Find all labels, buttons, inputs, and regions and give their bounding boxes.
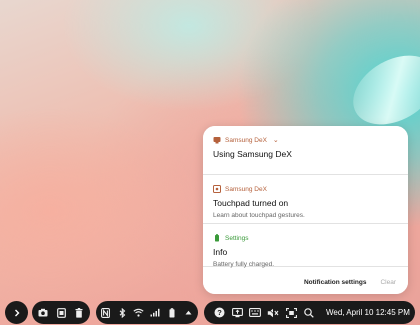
notification-title: Info [213,247,228,257]
notification-settings-button[interactable]: Notification settings [304,279,366,286]
notification-app-row: Samsung DeX [213,175,398,193]
svg-text:?: ? [217,308,222,317]
mute-icon[interactable] [266,306,280,320]
notification-app-row: Samsung DeX ⌄ [213,126,398,144]
screenshot-icon[interactable] [54,306,68,320]
chevron-right-icon [10,306,24,320]
taskbar: ? Wed, April 10 12:45 PM [0,300,420,325]
bluetooth-icon [115,306,129,320]
clear-button[interactable]: Clear [380,279,396,286]
chevron-down-icon[interactable]: ⌄ [273,136,279,144]
notification-panel: Samsung DeX ⌄ Using Samsung DeX Samsung … [203,126,408,294]
notification-app-name: Settings [225,234,249,242]
notification-title: Touchpad turned on [213,198,289,208]
wallpaper-highlight [341,41,420,139]
notification-actions: Notification settings Clear [203,267,408,294]
battery-settings-icon [213,234,221,242]
search-icon[interactable] [302,306,316,320]
quick-apps-group [32,301,90,324]
trash-icon[interactable] [72,306,86,320]
notification-body: Learn about touchpad gestures. [213,212,305,219]
touchpad-icon [213,185,221,193]
help-icon[interactable]: ? [212,306,226,320]
screen-share-icon[interactable] [230,306,244,320]
battery-icon [165,306,179,320]
system-tray-group: ? Wed, April 10 12:45 PM [204,301,415,324]
notification-title: Using Samsung DeX [213,149,292,159]
camera-icon[interactable] [36,306,50,320]
caret-up-icon[interactable] [181,306,195,320]
samsung-dex-icon [213,136,221,144]
notification-touchpad[interactable]: Samsung DeX Touchpad turned on Learn abo… [203,175,408,224]
notification-body: Battery fully charged. [213,261,275,268]
notification-samsung-dex[interactable]: Samsung DeX ⌄ Using Samsung DeX [203,126,408,175]
keyboard-icon[interactable] [248,306,262,320]
notification-battery-info[interactable]: Settings Info Battery fully charged. [203,224,408,268]
notification-app-name: Samsung DeX [225,185,267,193]
nfc-icon [99,306,113,320]
wifi-icon [132,306,146,320]
signal-icon [148,306,162,320]
clock[interactable]: Wed, April 10 12:45 PM [326,308,410,317]
taskbar-expand-button[interactable] [5,301,28,324]
capture-icon[interactable] [284,306,298,320]
notification-app-row: Settings [213,224,398,242]
status-bar-group[interactable] [96,301,198,324]
notification-app-name: Samsung DeX [225,136,267,144]
